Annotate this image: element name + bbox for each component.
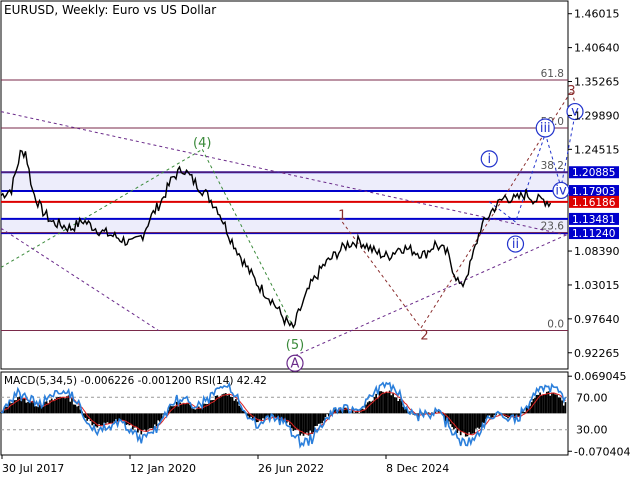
level-tag-text: 1.16186 bbox=[572, 197, 616, 209]
wave-label: (5) bbox=[286, 338, 304, 353]
price-axis-label: 1.46015 bbox=[574, 8, 620, 21]
indicator-title: MACD(5,34,5) -0.006226 -0.001200 RSI(14)… bbox=[4, 375, 267, 387]
price-axis-label: 1.40640 bbox=[574, 42, 620, 55]
price-axis-label: 1.29890 bbox=[574, 109, 620, 122]
chart-window: 61.850.038.223.60.0 (4)(5)A123iiiiiiivv … bbox=[0, 0, 640, 480]
chart-canvas[interactable]: 61.850.038.223.60.0 (4)(5)A123iiiiiiivv … bbox=[0, 0, 640, 480]
chart-title: EURUSD, Weekly: Euro vs US Dollar bbox=[4, 3, 217, 17]
wave-label: 1 bbox=[338, 209, 346, 224]
date-axis-label: 12 Jan 2020 bbox=[130, 462, 196, 475]
date-axis-label: 8 Dec 2024 bbox=[386, 462, 449, 475]
fib-label: 0.0 bbox=[547, 318, 564, 330]
wave-label: 2 bbox=[420, 329, 428, 344]
date-axis-label: 30 Jul 2017 bbox=[2, 462, 64, 475]
wave-label: iv bbox=[555, 183, 567, 198]
wave-label: i bbox=[487, 152, 491, 167]
rsi-level-label: 70.00 bbox=[576, 391, 608, 404]
price-axis-label: 1.24515 bbox=[574, 143, 620, 156]
fib-label: 23.6 bbox=[541, 221, 565, 233]
wave-label: ii bbox=[512, 237, 519, 252]
wave-label: A bbox=[291, 356, 300, 371]
rsi-level-label: 30.00 bbox=[576, 424, 608, 437]
price-axis-label: 0.97640 bbox=[574, 313, 620, 326]
date-axis-label: 26 Jun 2022 bbox=[258, 462, 324, 475]
price-axis-label: 1.08390 bbox=[574, 245, 620, 258]
level-tag-text: 1.13481 bbox=[572, 214, 615, 226]
level-zone-upper bbox=[1, 172, 568, 192]
price-axis-label: 1.03015 bbox=[574, 279, 620, 292]
fib-label: 38.2 bbox=[541, 160, 564, 172]
wave-label: (4) bbox=[193, 136, 211, 151]
level-tag-text: 1.11240 bbox=[572, 228, 615, 240]
indicator-axis-label: 0.069045 bbox=[574, 370, 627, 383]
price-axis-label: 1.35265 bbox=[574, 76, 620, 89]
wave-label: iii bbox=[540, 121, 551, 136]
fib-label: 61.8 bbox=[541, 68, 564, 80]
level-tag-text: 1.20885 bbox=[572, 167, 615, 179]
indicator-axis-label: -0.070404 bbox=[574, 445, 630, 458]
price-axis-label: 0.92265 bbox=[574, 347, 620, 360]
